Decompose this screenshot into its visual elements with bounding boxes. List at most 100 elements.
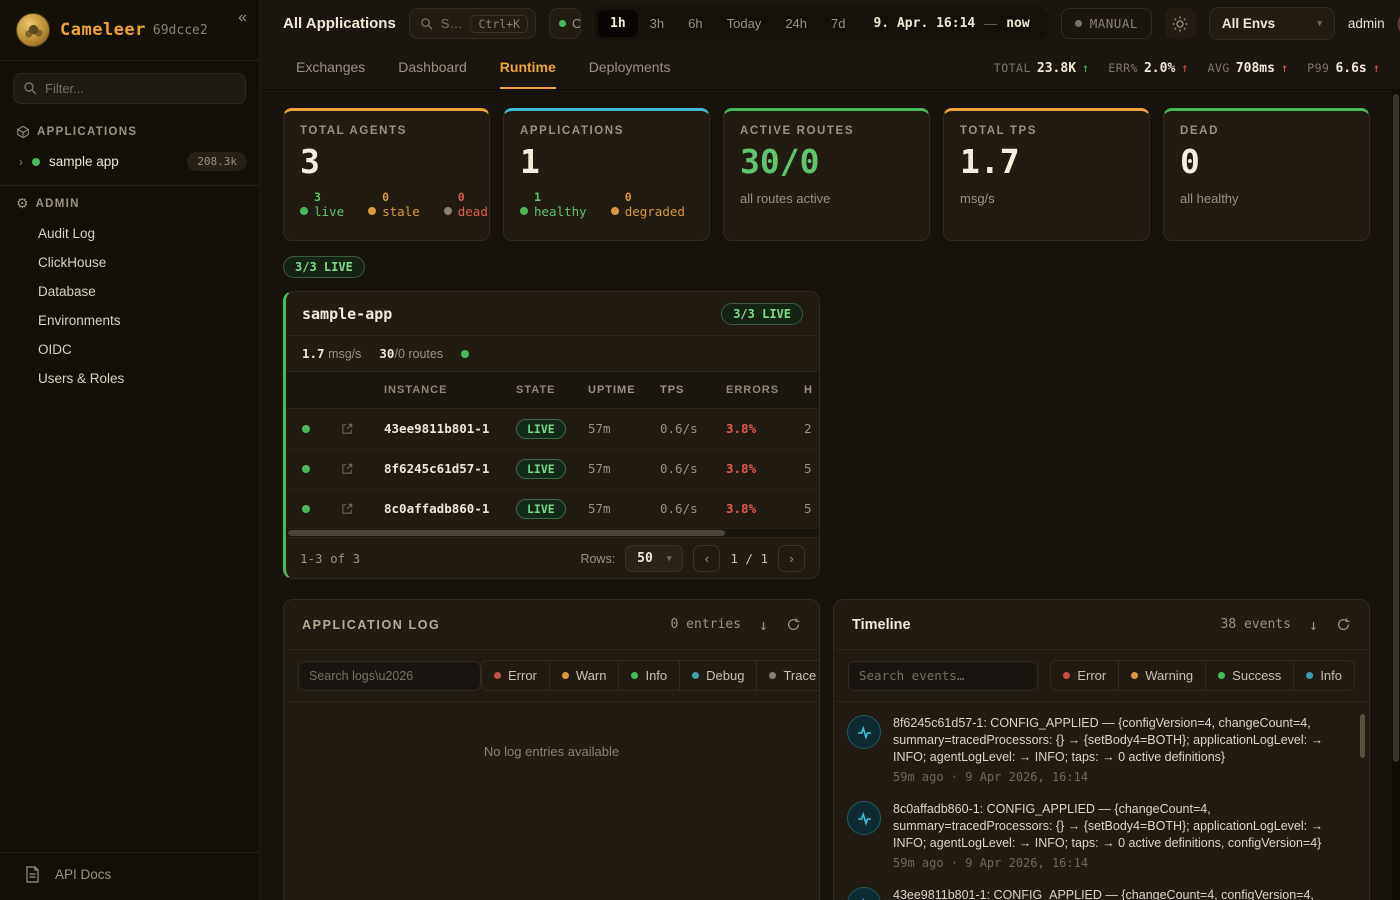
timeline-search-input[interactable] xyxy=(848,661,1038,691)
sidebar-item-database[interactable]: Database xyxy=(0,277,259,306)
log-search-input[interactable] xyxy=(298,661,481,691)
filter-warning-button[interactable]: Warning xyxy=(1118,660,1206,691)
app-card-meta: 1.7 msg/s 30/0 routes xyxy=(286,336,819,372)
sidebar-item-clickhouse[interactable]: ClickHouse xyxy=(0,248,259,277)
external-link-icon[interactable] xyxy=(341,462,354,475)
stat-err: ERR% 2.0% ↑ xyxy=(1108,61,1188,76)
timeline-event[interactable]: 8f6245c61d57-1: CONFIG_APPLIED — {config… xyxy=(847,715,1349,784)
sidebar-item-api-docs[interactable]: API Docs xyxy=(0,852,259,900)
card-subtext: all routes active xyxy=(740,191,913,206)
extra-value: 5 xyxy=(804,461,819,476)
tab-runtime[interactable]: Runtime xyxy=(500,47,556,89)
sidebar-item-sample-app[interactable]: › sample app 208.3k xyxy=(0,146,259,177)
filter-info-button[interactable]: Info xyxy=(618,660,680,691)
download-icon[interactable]: ↓ xyxy=(1309,616,1318,634)
card-value: 1.7 xyxy=(960,145,1133,178)
range-button-24h[interactable]: 24h xyxy=(773,10,819,37)
download-icon[interactable]: ↓ xyxy=(759,616,768,634)
rows-per-page-select[interactable]: 50 ▾ xyxy=(625,545,683,572)
range-button-3h[interactable]: 3h xyxy=(638,10,676,37)
manual-mode-button[interactable]: MANUAL xyxy=(1061,8,1152,39)
timeline-event[interactable]: 43ee9811b801-1: CONFIG_APPLIED — {change… xyxy=(847,887,1349,900)
next-page-button[interactable]: › xyxy=(778,545,805,572)
filter-input[interactable] xyxy=(13,73,246,104)
uptime-value: 57m xyxy=(588,421,660,436)
info-dot xyxy=(631,672,638,679)
errors-value: 3.8% xyxy=(726,461,804,476)
online-status-dot xyxy=(559,20,566,27)
filter-error-button[interactable]: Error xyxy=(1050,660,1119,691)
online-status-button[interactable]: O xyxy=(549,8,581,39)
refresh-icon[interactable] xyxy=(786,617,801,632)
rows-per-page-value: 50 xyxy=(637,551,653,566)
horizontal-scrollbar[interactable] xyxy=(286,529,819,537)
range-button-today[interactable]: Today xyxy=(715,10,774,37)
live-dot xyxy=(300,207,308,215)
stat-label: TOTAL xyxy=(994,61,1031,75)
tab-deployments[interactable]: Deployments xyxy=(589,47,671,89)
table-row[interactable]: 8f6245c61d57-1 LIVE 57m 0.6/s 3.8% 5 xyxy=(286,449,819,489)
environment-value: All Envs xyxy=(1222,16,1275,31)
stat-label: AVG xyxy=(1208,61,1230,75)
build-id: 69dcce2 xyxy=(153,23,208,38)
tab-dashboard[interactable]: Dashboard xyxy=(398,47,467,89)
timeline-toolbar: Error Warning Success Info xyxy=(834,650,1369,702)
filter-trace-button[interactable]: Trace xyxy=(756,660,820,691)
table-row[interactable]: 43ee9811b801-1 LIVE 57m 0.6/s 3.8% 2 xyxy=(286,409,819,449)
sidebar-item-users-roles[interactable]: Users & Roles xyxy=(0,364,259,393)
errors-value: 3.8% xyxy=(726,421,804,436)
state-badge: LIVE xyxy=(516,459,566,479)
filter-error-button[interactable]: Error xyxy=(481,660,550,691)
card-total-tps: TOTAL TPS 1.7 msg/s xyxy=(943,108,1150,241)
document-icon xyxy=(25,866,40,883)
filter-debug-button[interactable]: Debug xyxy=(679,660,757,691)
main-area: All Applications S… Ctrl+K O 1h 3h 6h To… xyxy=(260,0,1400,900)
filter-success-button[interactable]: Success xyxy=(1205,660,1294,691)
expand-chevron-icon[interactable]: › xyxy=(19,155,23,169)
global-search-button[interactable]: S… Ctrl+K xyxy=(409,8,536,39)
degraded-dot xyxy=(611,207,619,215)
theme-toggle-button[interactable] xyxy=(1165,8,1196,39)
applications-section-header: APPLICATIONS xyxy=(0,116,259,146)
warn-dot xyxy=(562,672,569,679)
log-empty-state: No log entries available xyxy=(284,744,819,759)
range-button-6h[interactable]: 6h xyxy=(676,10,714,37)
meta-tps: 1.7 xyxy=(302,346,325,361)
extra-value: 5 xyxy=(804,501,819,516)
refresh-icon[interactable] xyxy=(1336,617,1351,632)
sidebar-item-oidc[interactable]: OIDC xyxy=(0,335,259,364)
prev-page-button[interactable]: ‹ xyxy=(693,545,720,572)
timeline-title: Timeline xyxy=(852,617,911,633)
column-instance: INSTANCE xyxy=(368,384,516,396)
timeline-event[interactable]: 8c0affadb860-1: CONFIG_APPLIED — {change… xyxy=(847,801,1349,870)
log-level-filters: Error Warn Info Debug Trace xyxy=(481,660,820,691)
instance-id: 8c0affadb860-1 xyxy=(368,501,516,516)
range-button-7d[interactable]: 7d xyxy=(819,10,857,37)
instance-status-dot xyxy=(302,465,310,473)
time-from: 9. Apr. 16:14 xyxy=(873,16,975,31)
log-toolbar: Error Warn Info Debug Trace xyxy=(284,650,819,702)
stat-label: P99 xyxy=(1307,61,1329,75)
range-button-1h[interactable]: 1h xyxy=(598,10,638,37)
stat-avg: AVG 708ms ↑ xyxy=(1208,61,1289,76)
timeline-scrollbar-thumb[interactable] xyxy=(1360,714,1365,758)
sidebar-item-environments[interactable]: Environments xyxy=(0,306,259,335)
external-link-icon[interactable] xyxy=(341,422,354,435)
environment-select[interactable]: All Envs ▾ xyxy=(1209,7,1335,40)
table-row[interactable]: 8c0affadb860-1 LIVE 57m 0.6/s 3.8% 5 xyxy=(286,489,819,529)
tab-exchanges[interactable]: Exchanges xyxy=(296,47,365,89)
page-scrollbar[interactable] xyxy=(1392,90,1400,900)
sidebar-item-audit-log[interactable]: Audit Log xyxy=(0,219,259,248)
app-live-badge: 3/3 LIVE xyxy=(721,303,803,325)
page-indicator: 1 / 1 xyxy=(730,551,768,566)
log-panel-title: APPLICATION LOG xyxy=(302,618,440,632)
page-scrollbar-thumb[interactable] xyxy=(1393,94,1399,762)
filter-warn-button[interactable]: Warn xyxy=(549,660,620,691)
app-health-dot xyxy=(461,350,469,358)
filter-info-button[interactable]: Info xyxy=(1293,660,1355,691)
external-link-icon[interactable] xyxy=(341,502,354,515)
brand-name: Cameleer xyxy=(60,20,146,40)
time-window[interactable]: 9. Apr. 16:14 — now xyxy=(857,16,1043,31)
collapse-sidebar-icon[interactable]: « xyxy=(238,9,247,27)
horizontal-scrollbar-thumb[interactable] xyxy=(288,530,725,536)
